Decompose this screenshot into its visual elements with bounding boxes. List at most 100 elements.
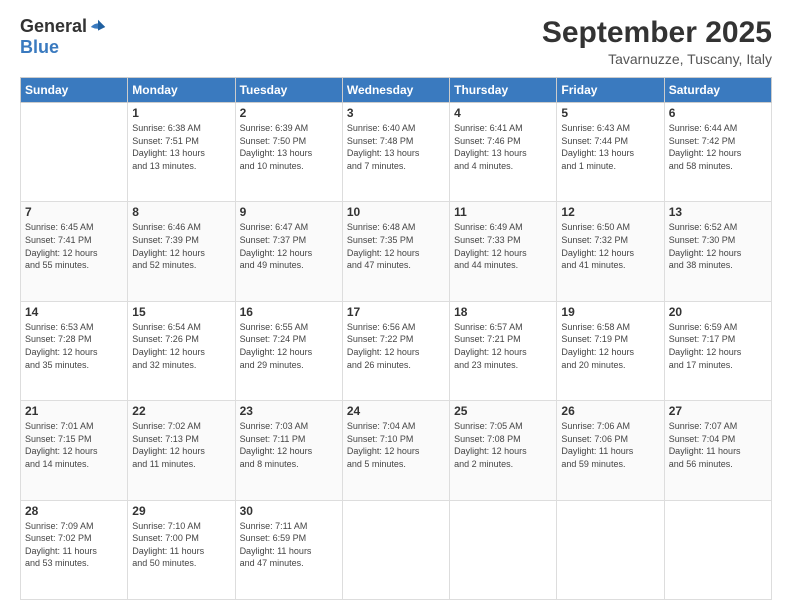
month-title: September 2025 (542, 16, 772, 49)
table-row: 18 Sunrise: 6:57 AMSunset: 7:21 PMDayligh… (450, 301, 557, 400)
table-row: 20Sunrise: 6:59 AMSunset: 7:17 PMDayligh… (664, 301, 771, 400)
day-number: 10 (347, 205, 445, 219)
cell-info: Sunrise: 6:49 AMSunset: 7:33 PMDaylight:… (454, 221, 552, 271)
day-number: 21 (25, 404, 123, 418)
day-number: 23 (240, 404, 338, 418)
cell-info: Sunrise: 7:11 AMSunset: 6:59 PMDaylight:… (240, 520, 338, 570)
table-row: 19Sunrise: 6:58 AMSunset: 7:19 PMDayligh… (557, 301, 664, 400)
day-number: 1 (132, 106, 230, 120)
header: General Blue September 2025 Tavarnuzze, … (20, 16, 772, 67)
day-number: 30 (240, 504, 338, 518)
col-wednesday: Wednesday (342, 78, 449, 103)
day-number: 24 (347, 404, 445, 418)
day-number: 15 (132, 305, 230, 319)
table-row: 10 Sunrise: 6:48 AMSunset: 7:35 PMDayligh… (342, 202, 449, 301)
table-row: 8Sunrise: 6:46 AMSunset: 7:39 PMDaylight… (128, 202, 235, 301)
table-row: 23 Sunrise: 7:03 AMSunset: 7:11 PMDayligh… (235, 401, 342, 500)
cell-info: Sunrise: 7:10 AMSunset: 7:00 PMDaylight:… (132, 520, 230, 570)
day-number: 17 (347, 305, 445, 319)
table-row: 14 Sunrise: 6:53 AMSunset: 7:28 PMDayligh… (21, 301, 128, 400)
table-row: 13 Sunrise: 6:52 AMSunset: 7:30 PMDayligh… (664, 202, 771, 301)
table-row: 15 Sunrise: 6:54 AMSunset: 7:26 PMDayligh… (128, 301, 235, 400)
cell-info: Sunrise: 6:41 AMSunset: 7:46 PMDaylight:… (454, 122, 552, 172)
table-row: 1 Sunrise: 6:38 AMSunset: 7:51 PMDaylight… (128, 103, 235, 202)
cell-info: Sunrise: 6:47 AMSunset: 7:37 PMDaylight:… (240, 221, 338, 271)
day-number: 12 (561, 205, 659, 219)
cell-info: Sunrise: 6:54 AMSunset: 7:26 PMDaylight:… (132, 321, 230, 371)
table-row: 3 Sunrise: 6:40 AMSunset: 7:48 PMDaylight… (342, 103, 449, 202)
table-row: 30 Sunrise: 7:11 AMSunset: 6:59 PMDayligh… (235, 500, 342, 599)
day-number: 4 (454, 106, 552, 120)
table-row (342, 500, 449, 599)
day-number: 28 (25, 504, 123, 518)
table-row (664, 500, 771, 599)
cell-info: Sunrise: 6:57 AMSunset: 7:21 PMDaylight:… (454, 321, 552, 371)
table-row: 7 Sunrise: 6:45 AMSunset: 7:41 PMDaylight… (21, 202, 128, 301)
table-row (450, 500, 557, 599)
col-friday: Friday (557, 78, 664, 103)
week-row-4: 21 Sunrise: 7:01 AMSunset: 7:15 PMDayligh… (21, 401, 772, 500)
logo: General Blue (20, 16, 107, 58)
week-row-2: 7 Sunrise: 6:45 AMSunset: 7:41 PMDaylight… (21, 202, 772, 301)
day-number: 9 (240, 205, 338, 219)
table-row: 11 Sunrise: 6:49 AMSunset: 7:33 PMDayligh… (450, 202, 557, 301)
cell-info: Sunrise: 6:50 AMSunset: 7:32 PMDaylight:… (561, 221, 659, 271)
table-row: 24 Sunrise: 7:04 AMSunset: 7:10 PMDayligh… (342, 401, 449, 500)
table-row: 22 Sunrise: 7:02 AMSunset: 7:13 PMDayligh… (128, 401, 235, 500)
cell-info: Sunrise: 6:39 AMSunset: 7:50 PMDaylight:… (240, 122, 338, 172)
table-row: 26Sunrise: 7:06 AMSunset: 7:06 PMDayligh… (557, 401, 664, 500)
page: General Blue September 2025 Tavarnuzze, … (0, 0, 792, 612)
table-row: 6 Sunrise: 6:44 AMSunset: 7:42 PMDaylight… (664, 103, 771, 202)
col-monday: Monday (128, 78, 235, 103)
col-thursday: Thursday (450, 78, 557, 103)
day-number: 14 (25, 305, 123, 319)
cell-info: Sunrise: 6:38 AMSunset: 7:51 PMDaylight:… (132, 122, 230, 172)
day-number: 3 (347, 106, 445, 120)
day-number: 11 (454, 205, 552, 219)
cell-info: Sunrise: 7:02 AMSunset: 7:13 PMDaylight:… (132, 420, 230, 470)
table-row (21, 103, 128, 202)
day-number: 7 (25, 205, 123, 219)
table-row: 28Sunrise: 7:09 AMSunset: 7:02 PMDayligh… (21, 500, 128, 599)
week-row-5: 28Sunrise: 7:09 AMSunset: 7:02 PMDayligh… (21, 500, 772, 599)
cell-info: Sunrise: 6:48 AMSunset: 7:35 PMDaylight:… (347, 221, 445, 271)
day-number: 5 (561, 106, 659, 120)
day-number: 20 (669, 305, 767, 319)
day-number: 2 (240, 106, 338, 120)
logo-general: General (20, 16, 87, 37)
table-row (557, 500, 664, 599)
table-row: 21 Sunrise: 7:01 AMSunset: 7:15 PMDayligh… (21, 401, 128, 500)
table-row: 29Sunrise: 7:10 AMSunset: 7:00 PMDayligh… (128, 500, 235, 599)
day-number: 6 (669, 106, 767, 120)
logo-icon (89, 18, 107, 36)
table-row: 25Sunrise: 7:05 AMSunset: 7:08 PMDayligh… (450, 401, 557, 500)
cell-info: Sunrise: 6:53 AMSunset: 7:28 PMDaylight:… (25, 321, 123, 371)
table-row: 16Sunrise: 6:55 AMSunset: 7:24 PMDayligh… (235, 301, 342, 400)
day-number: 27 (669, 404, 767, 418)
table-row: 5Sunrise: 6:43 AMSunset: 7:44 PMDaylight… (557, 103, 664, 202)
day-number: 19 (561, 305, 659, 319)
day-number: 13 (669, 205, 767, 219)
week-row-1: 1 Sunrise: 6:38 AMSunset: 7:51 PMDaylight… (21, 103, 772, 202)
table-row: 4 Sunrise: 6:41 AMSunset: 7:46 PMDaylight… (450, 103, 557, 202)
cell-info: Sunrise: 6:45 AMSunset: 7:41 PMDaylight:… (25, 221, 123, 271)
cell-info: Sunrise: 6:56 AMSunset: 7:22 PMDaylight:… (347, 321, 445, 371)
cell-info: Sunrise: 7:05 AMSunset: 7:08 PMDaylight:… (454, 420, 552, 470)
cell-info: Sunrise: 7:01 AMSunset: 7:15 PMDaylight:… (25, 420, 123, 470)
cell-info: Sunrise: 6:52 AMSunset: 7:30 PMDaylight:… (669, 221, 767, 271)
cell-info: Sunrise: 7:03 AMSunset: 7:11 PMDaylight:… (240, 420, 338, 470)
cell-info: Sunrise: 6:46 AMSunset: 7:39 PMDaylight:… (132, 221, 230, 271)
cell-info: Sunrise: 6:40 AMSunset: 7:48 PMDaylight:… (347, 122, 445, 172)
day-number: 22 (132, 404, 230, 418)
cell-info: Sunrise: 6:44 AMSunset: 7:42 PMDaylight:… (669, 122, 767, 172)
cell-info: Sunrise: 6:55 AMSunset: 7:24 PMDaylight:… (240, 321, 338, 371)
cell-info: Sunrise: 7:07 AMSunset: 7:04 PMDaylight:… (669, 420, 767, 470)
day-number: 18 (454, 305, 552, 319)
col-saturday: Saturday (664, 78, 771, 103)
cell-info: Sunrise: 7:06 AMSunset: 7:06 PMDaylight:… (561, 420, 659, 470)
col-sunday: Sunday (21, 78, 128, 103)
header-row: Sunday Monday Tuesday Wednesday Thursday… (21, 78, 772, 103)
table-row: 27 Sunrise: 7:07 AMSunset: 7:04 PMDayligh… (664, 401, 771, 500)
col-tuesday: Tuesday (235, 78, 342, 103)
cell-info: Sunrise: 7:04 AMSunset: 7:10 PMDaylight:… (347, 420, 445, 470)
